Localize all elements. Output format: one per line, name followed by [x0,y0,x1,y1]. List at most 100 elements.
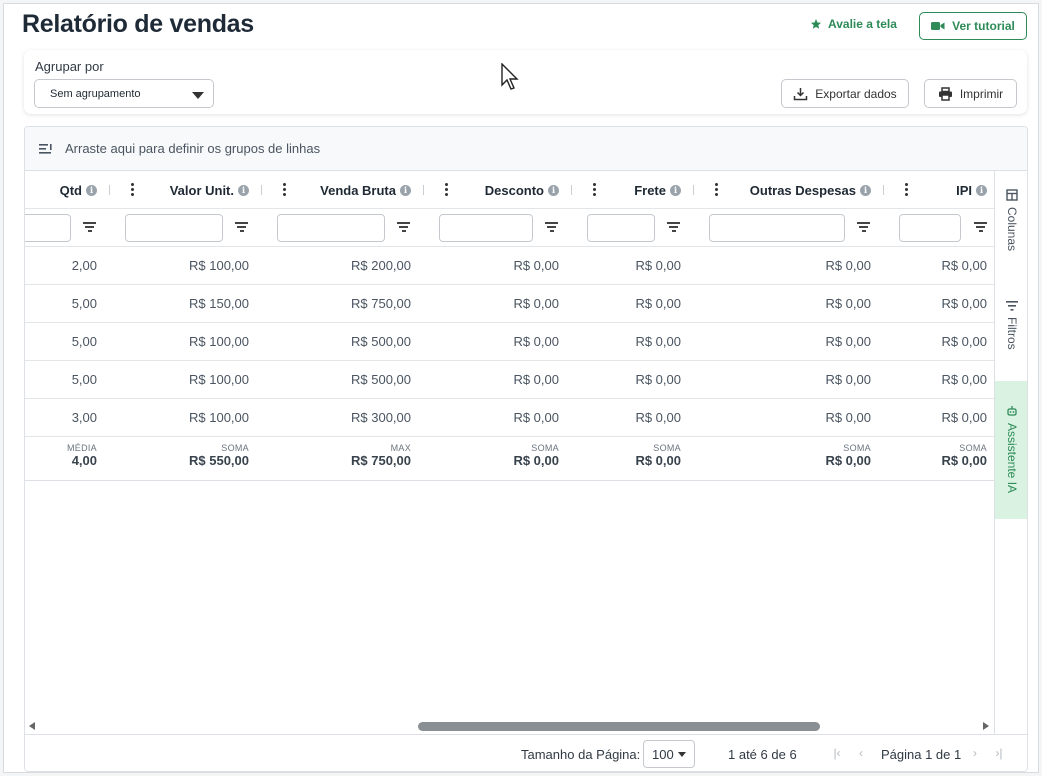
pagination-bar: Tamanho da Página: 100 1 até 6 de 6 |‹ ‹… [25,734,1027,771]
info-icon[interactable]: i [238,184,249,196]
table-row[interactable]: 5,00 R$ 100,00 R$ 500,00 R$ 0,00 R$ 0,00… [25,361,995,399]
column-separator[interactable] [423,185,424,195]
aggregate-value: R$ 750,00 [351,453,411,468]
aggregate-type: SOMA [959,443,987,453]
filter-input-valor-unit[interactable] [125,214,223,242]
caret-down-icon [192,92,204,99]
column-header-qtd[interactable]: Qtd i [60,171,97,209]
table-row[interactable]: 3,00 R$ 100,00 R$ 300,00 R$ 0,00 R$ 0,00… [25,399,995,437]
aggregate-value: R$ 0,00 [513,453,559,468]
scroll-left-icon[interactable] [29,722,35,730]
column-menu-icon[interactable] [128,182,136,198]
cell-valor-unit: R$ 100,00 [189,372,249,387]
cell-qtd: 5,00 [71,372,97,387]
tutorial-label: Ver tutorial [952,19,1015,33]
cell-frete: R$ 0,00 [635,410,681,425]
filter-input-outras-despesas[interactable] [709,214,845,242]
filter-icon[interactable] [83,222,96,234]
export-data-label: Exportar dados [815,86,897,101]
column-separator[interactable] [883,185,884,195]
filter-icon[interactable] [397,222,410,234]
cell-outras-despesas: R$ 0,00 [825,410,871,425]
grid-viewport[interactable]: Qtd i Valor Unit. i Venda Bruta i Desconto i… [25,171,995,691]
info-icon[interactable]: i [860,184,871,196]
filter-input-qtd[interactable] [25,214,71,242]
column-header-desconto[interactable]: Desconto i [485,171,559,209]
page-size-value: 100 [652,746,674,762]
aggregate-value: R$ 0,00 [825,453,871,468]
scroll-right-icon[interactable] [983,722,989,730]
filter-icon[interactable] [545,222,558,234]
app-window: Relatório de vendas Avalie a tela Ver tu… [3,3,1039,773]
filter-icon[interactable] [857,222,870,234]
aggregate-type: MÉDIA [66,443,97,453]
group-by-select[interactable]: Sem agrupamento [34,79,214,108]
column-header-outras-despesas[interactable]: Outras Despesas i [750,171,871,209]
cell-venda-bruta: R$ 300,00 [351,410,411,425]
side-tab-ai-assistant[interactable]: Assistente IA [995,381,1027,519]
export-data-button[interactable]: Exportar dados [781,79,909,108]
column-separator[interactable] [693,185,694,195]
row-group-drop-zone[interactable]: Arraste aqui para definir os grupos de l… [25,127,1027,171]
aggregate-value: R$ 0,00 [635,453,681,468]
filter-input-frete[interactable] [587,214,655,242]
column-title: Desconto [484,182,544,198]
side-tab-columns[interactable]: Colunas [995,189,1027,289]
rate-screen-link[interactable]: Avalie a tela [810,17,897,31]
column-menu-icon[interactable] [442,182,450,198]
print-button[interactable]: Imprimir [924,79,1017,108]
info-icon[interactable]: i [86,184,97,196]
page-indicator: Página 1 de 1 [881,747,962,762]
cell-ipi: R$ 0,00 [941,258,987,273]
last-page-icon[interactable]: ›| [992,746,1006,760]
aggregate-valor-unit: SOMA R$ 550,00 [189,443,249,468]
table-row[interactable]: 2,00 R$ 100,00 R$ 200,00 R$ 0,00 R$ 0,00… [25,247,995,285]
scrollbar-thumb[interactable] [418,722,820,731]
column-header-frete[interactable]: Frete i [634,171,681,209]
cell-frete: R$ 0,00 [635,296,681,311]
column-menu-icon[interactable] [280,182,288,198]
cell-venda-bruta: R$ 500,00 [351,372,411,387]
column-header-venda-bruta[interactable]: Venda Bruta i [320,171,411,209]
group-by-value: Sem agrupamento [50,87,141,100]
column-separator[interactable] [109,185,110,195]
column-menu-icon[interactable] [590,182,598,198]
column-title: Valor Unit. [169,182,234,198]
info-icon[interactable]: i [670,184,681,196]
column-separator[interactable] [571,185,572,195]
info-icon[interactable]: i [400,184,411,196]
column-header-valor-unit[interactable]: Valor Unit. i [170,171,249,209]
cell-frete: R$ 0,00 [635,258,681,273]
previous-page-icon[interactable]: ‹ [854,746,868,760]
filter-input-desconto[interactable] [439,214,533,242]
cell-ipi: R$ 0,00 [941,296,987,311]
filter-input-venda-bruta[interactable] [277,214,385,242]
table-row[interactable]: 5,00 R$ 150,00 R$ 750,00 R$ 0,00 R$ 0,00… [25,285,995,323]
column-header-ipi[interactable]: IPI i [956,171,987,209]
cell-venda-bruta: R$ 200,00 [351,258,411,273]
filter-icon[interactable] [974,222,987,234]
next-page-icon[interactable]: › [968,746,982,760]
mouse-pointer-icon [501,63,519,90]
tutorial-button[interactable]: Ver tutorial [919,12,1027,40]
filter-icon [1006,301,1018,311]
column-separator[interactable] [261,185,262,195]
filter-input-ipi[interactable] [899,214,961,242]
column-menu-icon[interactable] [712,182,720,198]
cell-qtd: 5,00 [71,334,97,349]
info-icon[interactable]: i [976,184,987,196]
aggregate-type: SOMA [531,443,559,453]
info-icon[interactable]: i [548,184,559,196]
first-page-icon[interactable]: |‹ [830,746,844,760]
filter-icon[interactable] [667,222,680,234]
table-row[interactable]: 5,00 R$ 100,00 R$ 500,00 R$ 0,00 R$ 0,00… [25,323,995,361]
column-menu-icon[interactable] [902,182,910,198]
cell-venda-bruta: R$ 750,00 [351,296,411,311]
cell-valor-unit: R$ 150,00 [189,296,249,311]
side-tab-filters[interactable]: Filtros [995,301,1027,381]
cell-desconto: R$ 0,00 [513,410,559,425]
cell-desconto: R$ 0,00 [513,334,559,349]
filter-icon[interactable] [235,222,248,234]
horizontal-scrollbar[interactable] [25,718,994,734]
page-size-select[interactable]: 100 [643,740,695,768]
